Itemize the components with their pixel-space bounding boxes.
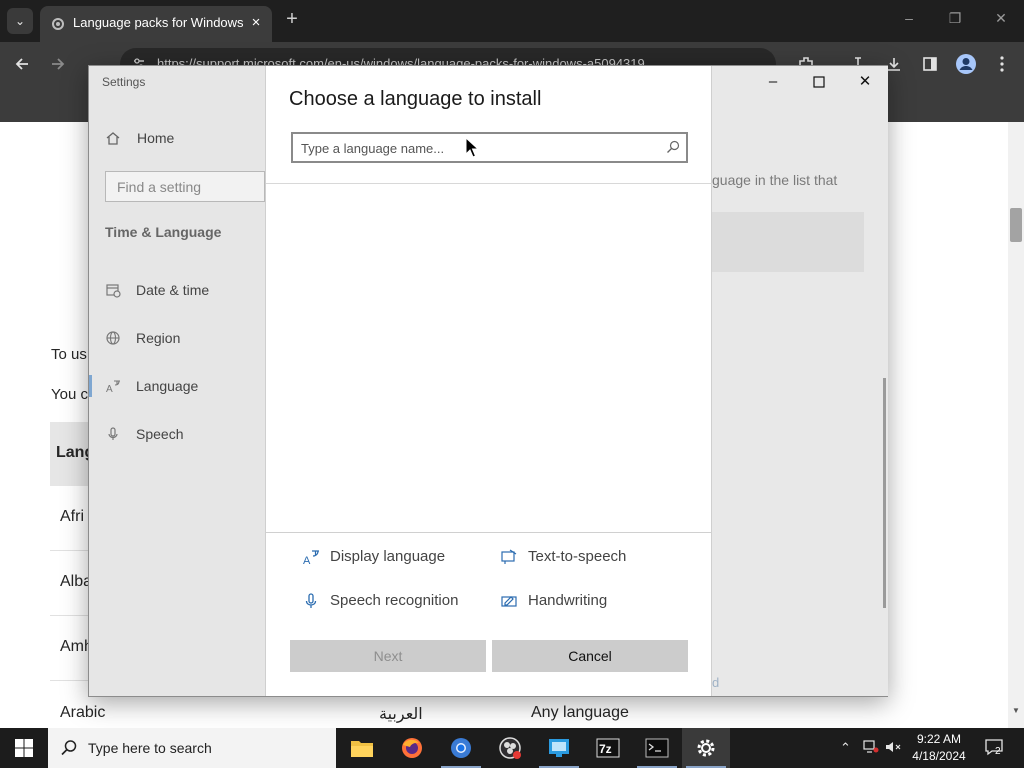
sidebar-item-date-time[interactable]: Date & time: [89, 272, 265, 312]
7zip-icon[interactable]: 7z: [584, 728, 632, 768]
table-cell: Afri: [60, 508, 84, 525]
table-cell: Any language: [531, 704, 629, 721]
microphone-icon: [108, 427, 118, 440]
sidebar-item-label: Home: [137, 130, 175, 146]
feature-label: Text-to-speech: [528, 548, 627, 565]
settings-link: d: [712, 675, 720, 690]
search-icon: [61, 740, 77, 756]
svg-text:7z: 7z: [599, 742, 612, 756]
remote-desktop-icon[interactable]: [535, 728, 583, 768]
feature-label: Handwriting: [528, 592, 608, 609]
notification-center-icon[interactable]: 2: [984, 738, 1004, 758]
dialog-title: Choose a language to install: [289, 88, 542, 110]
taskbar-search-placeholder: Type here to search: [88, 740, 212, 756]
chrome-icon[interactable]: [437, 728, 485, 768]
language-results-list[interactable]: [266, 184, 712, 532]
back-icon[interactable]: [10, 52, 34, 76]
system-clock[interactable]: 9:22 AM 4/18/2024: [906, 731, 972, 765]
sidebar-item-region[interactable]: Region: [89, 320, 265, 360]
settings-description: guage in the list that: [712, 172, 838, 188]
start-button[interactable]: [0, 728, 48, 768]
menu-icon[interactable]: [990, 52, 1014, 76]
page-paragraph: To us: [51, 346, 87, 363]
scroll-down-arrow-icon[interactable]: ▼: [1012, 706, 1020, 715]
search-icon[interactable]: [665, 139, 681, 155]
settings-window: Settings Home Find a setting Time & Lang…: [88, 65, 888, 697]
settings-sidebar: Settings Home Find a setting Time & Lang…: [89, 66, 265, 696]
restore-icon[interactable]: ❐: [944, 10, 966, 30]
microphone-icon: [305, 593, 317, 608]
minimize-icon[interactable]: –: [760, 72, 786, 92]
sidebar-item-home[interactable]: Home: [89, 120, 265, 160]
language-icon: A: [106, 380, 120, 394]
chevron-down-icon: ⌄: [14, 14, 26, 28]
clock-time: 9:22 AM: [916, 732, 962, 746]
obs-icon[interactable]: [486, 728, 534, 768]
home-icon: [106, 132, 120, 145]
loading-icon: [52, 18, 64, 30]
text-to-speech-icon: [501, 549, 517, 564]
divider: [266, 532, 712, 533]
profile-avatar-icon[interactable]: [954, 52, 978, 76]
close-icon[interactable]: ✕: [990, 10, 1012, 30]
file-explorer-icon[interactable]: [338, 728, 386, 768]
side-panel-icon[interactable]: [918, 52, 942, 76]
maximize-icon[interactable]: [806, 72, 832, 92]
page-paragraph: You c: [51, 386, 88, 403]
forward-icon[interactable]: [46, 52, 70, 76]
feature-label: Display language: [330, 548, 446, 565]
display-language-icon: A: [303, 550, 319, 566]
sidebar-item-language[interactable]: A Language: [89, 368, 265, 408]
sidebar-item-label: Date & time: [136, 282, 210, 298]
scrollbar-thumb[interactable]: [1010, 208, 1022, 242]
settings-gear-icon[interactable]: [682, 728, 730, 768]
svg-text:A: A: [303, 555, 311, 566]
network-icon[interactable]: [863, 740, 879, 754]
tab-close-icon[interactable]: ×: [246, 12, 266, 32]
chevron-up-icon[interactable]: ⌃: [840, 740, 851, 756]
settings-content-dimmed: guage in the list that d – ✕: [712, 66, 888, 696]
active-indicator: [89, 375, 92, 397]
next-button[interactable]: Next: [290, 640, 486, 672]
minimize-icon[interactable]: –: [898, 10, 920, 30]
tab-search-button[interactable]: ⌄: [7, 8, 33, 34]
notification-count: 2: [995, 746, 1001, 757]
language-search-box[interactable]: [291, 132, 688, 163]
browser-tabstrip: ⌄ Language packs for Windows × + – ❐ ✕: [0, 0, 1024, 42]
sidebar-item-label: Region: [136, 330, 181, 346]
taskbar: Type here to search 7z ⌃ 9:22 AM 4/18/20…: [0, 728, 1024, 768]
sidebar-item-speech[interactable]: Speech: [89, 416, 265, 456]
cancel-button[interactable]: Cancel: [492, 640, 688, 672]
settings-scrollbar[interactable]: [883, 378, 886, 608]
sidebar-item-label: Language: [136, 378, 199, 394]
svg-text:A: A: [106, 384, 113, 394]
mouse-cursor-icon: [465, 137, 479, 158]
table-cell: العربية: [379, 706, 423, 723]
firefox-icon[interactable]: [388, 728, 436, 768]
calendar-clock-icon: [106, 284, 121, 298]
find-setting-input[interactable]: Find a setting: [105, 171, 265, 202]
sidebar-item-label: Speech: [136, 426, 184, 442]
close-icon[interactable]: ✕: [852, 72, 878, 92]
taskbar-search-box[interactable]: Type here to search: [48, 728, 336, 768]
browser-tab[interactable]: Language packs for Windows ×: [40, 6, 272, 42]
tab-title: Language packs for Windows: [73, 15, 243, 30]
settings-card: [712, 212, 864, 272]
volume-muted-icon[interactable]: [885, 740, 901, 754]
clock-date: 4/18/2024: [912, 749, 966, 763]
choose-language-dialog: Choose a language to install A Display l…: [265, 66, 712, 696]
terminal-icon[interactable]: [633, 728, 681, 768]
handwriting-icon: [501, 596, 517, 607]
window-title: Settings: [102, 75, 146, 89]
globe-icon: [106, 331, 120, 345]
sidebar-section-title: Time & Language: [105, 224, 222, 240]
windows-logo-icon: [15, 739, 33, 757]
new-tab-button[interactable]: +: [282, 9, 302, 30]
page-scrollbar[interactable]: ▼: [1008, 122, 1024, 728]
table-cell: Arabic: [60, 704, 106, 721]
find-setting-placeholder: Find a setting: [117, 179, 202, 195]
feature-label: Speech recognition: [330, 592, 459, 609]
